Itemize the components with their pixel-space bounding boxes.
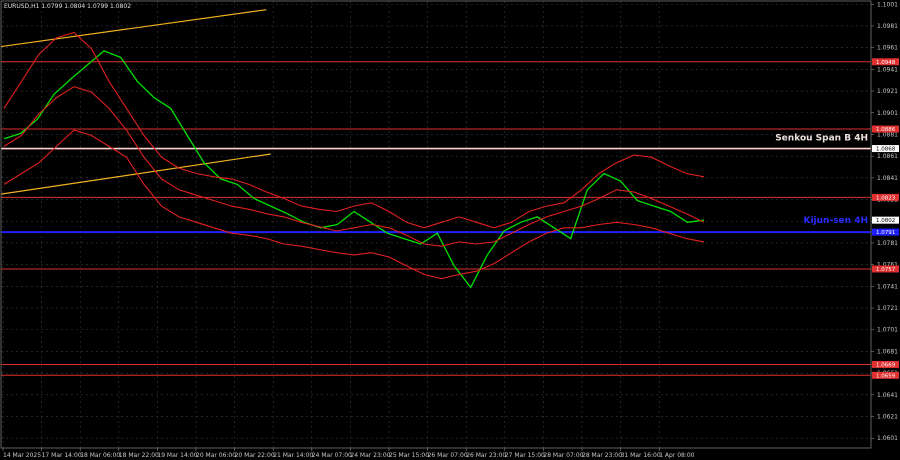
y-tick-label: 1.0741 — [877, 283, 898, 290]
price-level-badge-text: 1.0757 — [876, 267, 896, 273]
x-tick-label: 26 Mar 23:00 — [466, 452, 506, 459]
y-tick-label: 1.0981 — [877, 23, 898, 30]
price-level-badge-text: 1.0868 — [876, 147, 896, 153]
x-tick-label: 26 Mar 07:00 — [428, 452, 468, 459]
x-tick-label: 1 Apr 08:00 — [659, 452, 694, 459]
price-level-badge-text: 1.0948 — [876, 60, 896, 66]
price-level-name: Senkou Span B 4H — [775, 134, 868, 144]
x-tick-label: 20 Mar 06:00 — [196, 452, 236, 459]
y-tick-label: 1.1001 — [877, 1, 898, 8]
x-tick-label: 14 Mar 2025 — [3, 452, 41, 459]
y-tick-label: 1.0961 — [877, 45, 898, 52]
y-tick-label: 1.0781 — [877, 240, 898, 247]
y-tick-label: 1.0721 — [877, 305, 898, 312]
price-level-badge-text: 1.0886 — [876, 127, 896, 133]
y-tick-label: 1.0681 — [877, 348, 898, 355]
y-tick-label: 1.0621 — [877, 414, 898, 421]
x-tick-label: 21 Mar 14:00 — [273, 452, 313, 459]
x-tick-label: 18 Mar 22:00 — [119, 452, 159, 459]
x-tick-label: 24 Mar 07:00 — [312, 452, 352, 459]
y-tick-label: 1.0861 — [877, 153, 898, 160]
x-tick-label: 24 Mar 23:00 — [350, 452, 390, 459]
x-tick-label: 19 Mar 14:00 — [157, 452, 197, 459]
price-level-badge-text: 1.0823 — [876, 195, 896, 201]
x-tick-label: 27 Mar 15:00 — [505, 452, 545, 459]
y-tick-label: 1.0701 — [877, 327, 898, 334]
x-tick-label: 20 Mar 22:00 — [235, 452, 275, 459]
y-tick-label: 1.0601 — [877, 435, 898, 442]
current-price-text: 1.0802 — [876, 218, 895, 224]
price-level-name: Kijun-sen 4H — [804, 216, 869, 226]
x-tick-label: 17 Mar 14:00 — [42, 452, 82, 459]
y-tick-label: 1.0901 — [877, 110, 898, 117]
y-tick-label: 1.0841 — [877, 175, 898, 182]
price-level-badge-text: 1.0659 — [876, 373, 896, 379]
y-tick-label: 1.0641 — [877, 392, 898, 399]
chart: 1.1001 1.0981 1.0961 1.0941 1.0921 1.0901 1.08… — [0, 0, 900, 460]
chart-title: EURUSD,H1 1.0799 1.0804 1.0799 1.0802 — [4, 3, 131, 10]
x-tick-label: 28 Mar 07:00 — [543, 452, 583, 459]
price-level-badge-text: 1.0791 — [876, 230, 895, 236]
y-tick-label: 1.0921 — [877, 88, 898, 95]
x-tick-label: 18 Mar 06:00 — [80, 452, 120, 459]
y-tick-label: 1.0941 — [877, 66, 898, 73]
plot-background — [0, 0, 900, 460]
price-level-badge-text: 1.0669 — [876, 362, 896, 368]
x-tick-label: 25 Mar 15:00 — [389, 452, 429, 459]
x-tick-label: 31 Mar 16:00 — [621, 452, 661, 459]
x-tick-label: 28 Mar 23:00 — [582, 452, 622, 459]
